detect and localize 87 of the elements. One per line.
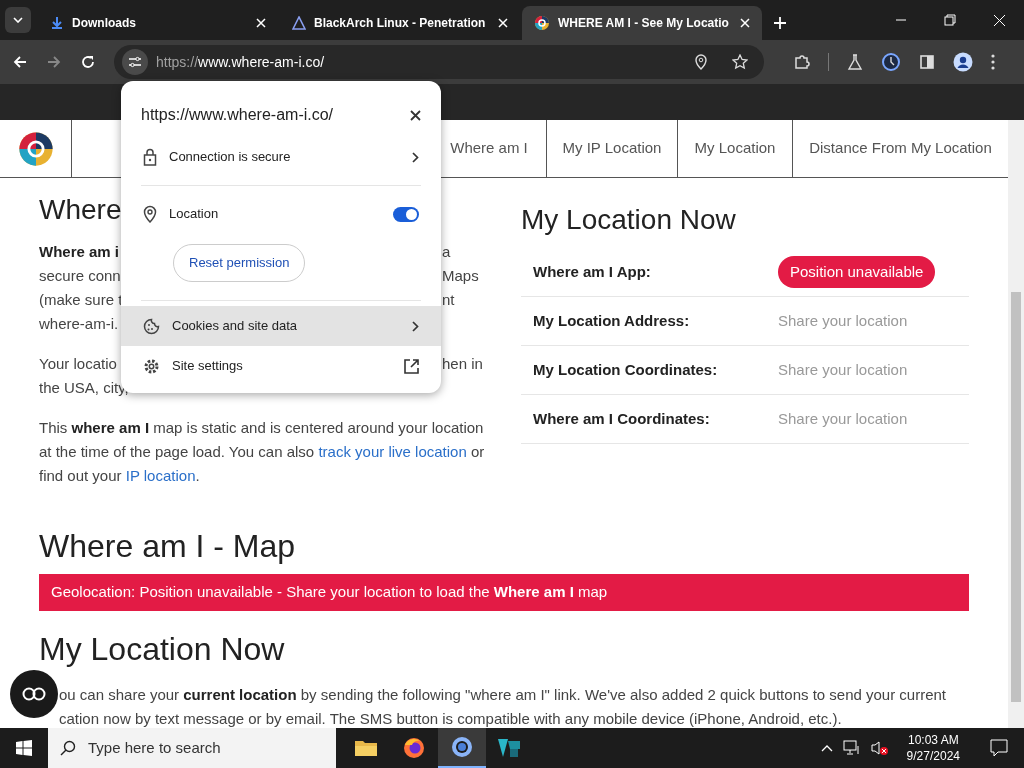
- folder-icon: [354, 738, 378, 758]
- text-fragment: nt: [442, 290, 455, 310]
- triangle-icon: [292, 16, 306, 30]
- taskbar-app[interactable]: [438, 728, 486, 768]
- site-info-icon[interactable]: [128, 56, 142, 68]
- avatar-icon[interactable]: [953, 52, 973, 72]
- back-icon[interactable]: [12, 54, 28, 70]
- text-fragment: secure conn: [39, 267, 121, 284]
- star-icon[interactable]: [732, 54, 748, 70]
- close-window-icon[interactable]: [993, 13, 1006, 27]
- link[interactable]: track your live location: [318, 443, 467, 460]
- status-badge: Position unavailable: [778, 255, 936, 289]
- external-link-icon: [404, 358, 419, 374]
- popup-menu-item[interactable]: Cookies and site data: [121, 306, 441, 346]
- text-fragment: Maps: [442, 266, 479, 286]
- windows-start-icon[interactable]: [16, 740, 32, 756]
- row-label: My Location Coordinates:: [533, 359, 719, 380]
- clock-time[interactable]: 10:03 AM: [907, 732, 959, 748]
- tab-title: WHERE AM I - See My Locatio: [558, 15, 730, 32]
- text-fragment: hen in: [442, 354, 483, 374]
- tab-search-button[interactable]: [5, 7, 31, 33]
- target-logo-icon: [534, 15, 550, 31]
- row-label: My Location Address:: [533, 310, 691, 331]
- value-text: Share your location: [778, 359, 908, 380]
- nav-link[interactable]: My IP Location: [546, 120, 677, 177]
- new-tab-icon[interactable]: [774, 17, 786, 29]
- side-panel-icon[interactable]: [919, 54, 935, 70]
- row-label: Where am I App:: [533, 261, 652, 282]
- link[interactable]: IP location: [125, 467, 196, 484]
- url-text: https://www.where-am-i.co/: [156, 52, 326, 72]
- text-fragment: where-am-i.: [39, 315, 119, 332]
- chevron-up-icon[interactable]: [820, 744, 833, 752]
- flask-icon[interactable]: [847, 54, 863, 70]
- nav-link[interactable]: My Location: [677, 120, 792, 177]
- toggle-switch[interactable]: [393, 206, 419, 222]
- address-bar[interactable]: https://www.where-am-i.co/: [114, 45, 764, 79]
- location-pin-icon[interactable]: [694, 54, 708, 70]
- reload-icon[interactable]: [80, 54, 96, 70]
- close-icon[interactable]: [410, 109, 421, 121]
- text-fragment: a: [442, 242, 451, 262]
- section-heading: My Location Now: [39, 630, 286, 669]
- menu-icon[interactable]: [991, 54, 995, 70]
- row-label: Where am I Coordinates:: [533, 408, 711, 429]
- error-banner: Geolocation: Position unavailable - Share your location to load the Where am I map: [39, 574, 969, 611]
- chevron-right-icon: [412, 320, 419, 332]
- text-line: ou can share your current location by sending the following "where am I" link. We've also added 2 quick buttons to send your current: [59, 685, 947, 705]
- tab-title: BlackArch Linux - Penetration: [314, 15, 487, 32]
- muted-speaker-icon[interactable]: [870, 740, 889, 756]
- restore-icon[interactable]: [944, 14, 956, 26]
- section-heading: My Location Now: [521, 203, 737, 237]
- puzzle-icon[interactable]: [794, 54, 810, 70]
- setting-label: Location: [169, 205, 220, 224]
- network-icon[interactable]: [842, 740, 861, 756]
- browser-ring-icon: [450, 735, 474, 759]
- value-text: Share your location: [778, 408, 908, 429]
- forward-icon[interactable]: [46, 54, 62, 70]
- chevron-down-icon: [13, 17, 23, 23]
- cookie-icon: [143, 317, 160, 335]
- browser-tab[interactable]: WHERE AM I - See My Locatio: [522, 6, 762, 40]
- popup-url: https://www.where-am-i.co/: [141, 105, 334, 125]
- clock-date[interactable]: 9/27/2024: [906, 748, 960, 764]
- section-heading: Where: [39, 198, 122, 227]
- text-fragment: Where am i: [39, 243, 120, 260]
- reset-permission-button[interactable]: Reset permission: [173, 244, 306, 282]
- profile-ring-icon[interactable]: [881, 52, 901, 72]
- download-icon: [50, 16, 64, 30]
- section-heading: Where am I - Map: [39, 527, 297, 566]
- paragraph: This where am I map is static and is centered around your location at the time of the page load. You can also track your live location or find out your IP location.: [39, 418, 486, 486]
- tab-title: Downloads: [72, 15, 137, 32]
- firefox-icon: [402, 736, 426, 760]
- chat-button[interactable]: [10, 670, 58, 718]
- value-text: Share your location: [778, 310, 908, 331]
- text-fragment: Your locatio: [39, 355, 117, 372]
- popup-menu-item[interactable]: Site settings: [121, 346, 441, 386]
- chevron-right-icon: [412, 151, 419, 163]
- settings-icon: [143, 357, 160, 375]
- browser-tab[interactable]: BlackArch Linux - Penetration: [280, 6, 520, 40]
- browser-tab[interactable]: Downloads: [38, 6, 278, 40]
- lock-icon: [143, 148, 157, 166]
- notification-icon[interactable]: [990, 739, 1008, 757]
- scrollbar[interactable]: [1008, 120, 1024, 728]
- site-logo[interactable]: [16, 129, 55, 168]
- location-pin-icon: [143, 205, 157, 223]
- search-icon: [60, 740, 76, 756]
- chat-icon: [21, 686, 47, 702]
- text-line: cation now by text message or by email. The SMS button is compatible with any mobile device (iPhone, Android, etc.).: [59, 709, 842, 728]
- taskbar-search[interactable]: Type here to search: [48, 728, 336, 768]
